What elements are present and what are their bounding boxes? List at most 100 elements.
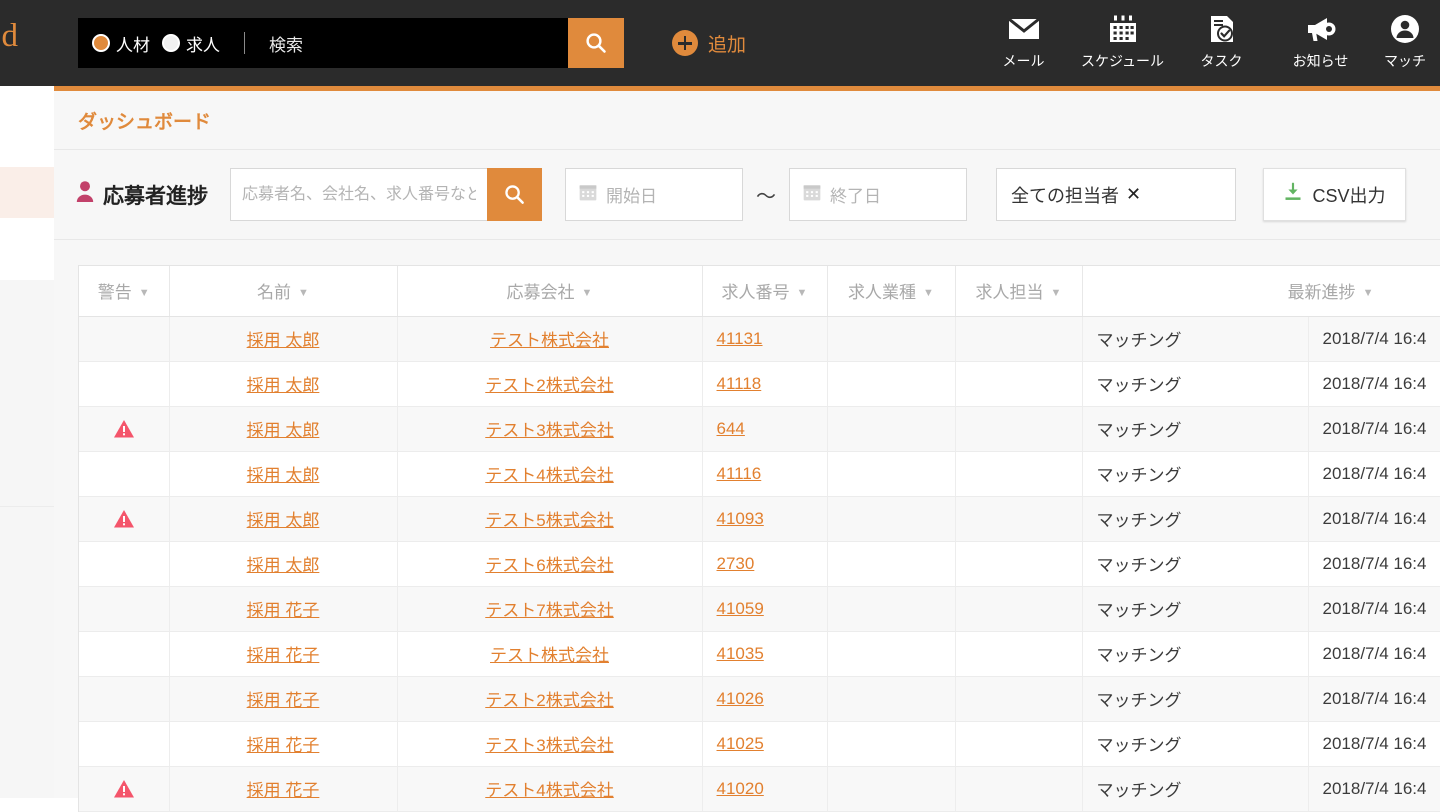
cell-warning <box>79 451 170 497</box>
close-x-icon[interactable]: ✕ <box>1126 184 1141 205</box>
search-type-option-kyujin[interactable]: 求人 <box>162 31 220 56</box>
column-header-name[interactable]: 名前 ▼ <box>169 266 398 317</box>
owner-filter-select[interactable]: 全ての担当者 ✕ <box>996 168 1236 221</box>
applicant-name-link[interactable]: 採用 太郎 <box>247 376 320 395</box>
table-row[interactable]: 採用 花子 テスト株式会社 41035 マッチング 2018/7/4 16:4 <box>79 631 1440 677</box>
nav-item-match-account[interactable]: マッチ <box>1370 12 1440 71</box>
nav-item-notice[interactable]: お知らせ <box>1271 12 1370 71</box>
company-link[interactable]: テスト6株式会社 <box>485 556 613 575</box>
job-number-link[interactable]: 41116 <box>717 464 762 483</box>
table-row[interactable]: 採用 花子 テスト4株式会社 41020 マッチング 2018/7/4 16:4 <box>79 766 1440 812</box>
csv-export-button[interactable]: CSV出力 <box>1263 168 1406 221</box>
cell-progress-date: 2018/7/4 16:4 <box>1308 586 1440 632</box>
column-header-industry[interactable]: 求人業種 ▼ <box>827 266 956 317</box>
job-number-link[interactable]: 41026 <box>717 689 764 708</box>
table-row[interactable]: 採用 太郎 テスト2株式会社 41118 マッチング 2018/7/4 16:4 <box>79 361 1440 407</box>
global-search-input[interactable]: 検索 <box>269 31 303 56</box>
applicant-name-link[interactable]: 採用 太郎 <box>247 511 320 530</box>
column-header-latest-progress[interactable]: 最新進捗 ▼ <box>1082 266 1440 317</box>
cell-progress-date: 2018/7/4 16:4 <box>1308 316 1440 362</box>
company-link[interactable]: テスト3株式会社 <box>485 736 613 755</box>
job-number-link[interactable]: 2730 <box>717 554 755 573</box>
search-type-option-jinzai[interactable]: 人材 <box>92 31 150 56</box>
cell-warning <box>79 586 170 632</box>
applicant-name-link[interactable]: 採用 花子 <box>247 601 320 620</box>
company-link[interactable]: テスト2株式会社 <box>485 691 613 710</box>
global-search-button[interactable] <box>568 18 624 68</box>
company-link[interactable]: テスト4株式会社 <box>485 466 613 485</box>
sort-caret-icon: ▼ <box>1050 287 1062 300</box>
cell-industry <box>827 586 956 632</box>
applicant-name-link[interactable]: 採用 太郎 <box>247 466 320 485</box>
nav-item-mail[interactable]: メール <box>974 12 1073 71</box>
cell-industry <box>827 541 956 587</box>
job-number-link[interactable]: 41025 <box>717 734 764 753</box>
nav-label-notice: お知らせ <box>1292 53 1349 69</box>
job-number-link[interactable]: 41118 <box>717 374 762 393</box>
cell-warning <box>79 541 170 587</box>
nav-item-schedule[interactable]: スケジュール <box>1073 12 1172 71</box>
table-row[interactable]: 採用 太郎 テスト4株式会社 41116 マッチング 2018/7/4 16:4 <box>79 451 1440 497</box>
company-link[interactable]: テスト株式会社 <box>490 331 609 350</box>
table-body: 採用 太郎 テスト株式会社 41131 マッチング 2018/7/4 16:4 採用 太郎… <box>79 316 1440 812</box>
cell-name: 採用 太郎 <box>169 406 398 452</box>
table-row[interactable]: 採用 花子 テスト3株式会社 41025 マッチング 2018/7/4 16:4 <box>79 721 1440 767</box>
nav-label-schedule: スケジュール <box>1080 53 1165 69</box>
add-button[interactable]: 追加 <box>672 30 746 57</box>
table-row[interactable]: 採用 花子 テスト2株式会社 41026 マッチング 2018/7/4 16:4 <box>79 676 1440 722</box>
breadcrumb-dashboard[interactable]: ダッシュボード <box>78 107 211 134</box>
cell-job-number: 41035 <box>702 631 828 677</box>
job-number-link[interactable]: 41035 <box>717 644 764 663</box>
table-row[interactable]: 採用 花子 テスト7株式会社 41059 マッチング 2018/7/4 16:4 <box>79 586 1440 632</box>
applicant-name-link[interactable]: 採用 太郎 <box>247 556 320 575</box>
table-row[interactable]: 採用 太郎 テスト3株式会社 644 マッチング 2018/7/4 16:4 <box>79 406 1440 452</box>
company-link[interactable]: テスト4株式会社 <box>485 781 613 800</box>
keyword-search-button[interactable] <box>487 168 542 221</box>
nav-item-task[interactable]: タスク <box>1172 12 1271 71</box>
job-number-link[interactable]: 41093 <box>717 509 764 528</box>
company-link[interactable]: テスト株式会社 <box>490 646 609 665</box>
column-header-job-number[interactable]: 求人番号 ▼ <box>702 266 828 317</box>
cell-company: テスト5株式会社 <box>397 496 703 542</box>
company-link[interactable]: テスト3株式会社 <box>485 421 613 440</box>
company-link[interactable]: テスト7株式会社 <box>485 601 613 620</box>
applicant-name-link[interactable]: 採用 花子 <box>247 646 320 665</box>
cell-job-owner <box>955 721 1083 767</box>
mail-icon <box>1007 12 1041 46</box>
sort-caret-icon: ▼ <box>581 287 593 300</box>
start-date-field[interactable]: 開始日 <box>565 168 743 221</box>
job-number-link[interactable]: 41059 <box>717 599 764 618</box>
owner-filter-value: 全ての担当者 <box>1011 185 1119 206</box>
cell-job-owner <box>955 586 1083 632</box>
table-row[interactable]: 採用 太郎 テスト6株式会社 2730 マッチング 2018/7/4 16:4 <box>79 541 1440 587</box>
applicant-name-link[interactable]: 採用 花子 <box>247 691 320 710</box>
job-number-link[interactable]: 41020 <box>717 779 764 798</box>
cell-latest-progress: マッチング <box>1082 676 1309 722</box>
applicant-name-link[interactable]: 採用 花子 <box>247 781 320 800</box>
job-number-link[interactable]: 41131 <box>717 329 763 348</box>
applicant-name-link[interactable]: 採用 花子 <box>247 736 320 755</box>
cell-latest-progress: マッチング <box>1082 541 1309 587</box>
sidebar-region-highlighted[interactable] <box>0 167 54 218</box>
column-header-warning[interactable]: 警告 ▼ <box>79 266 170 317</box>
cell-company: テスト2株式会社 <box>397 361 703 407</box>
task-icon <box>1208 12 1236 46</box>
column-header-job-owner[interactable]: 求人担当 ▼ <box>955 266 1083 317</box>
cell-company: テスト株式会社 <box>397 631 703 677</box>
applicant-name-link[interactable]: 採用 太郎 <box>247 421 320 440</box>
keyword-search-input[interactable] <box>230 168 487 221</box>
cell-name: 採用 太郎 <box>169 361 398 407</box>
end-date-field[interactable]: 終了日 <box>789 168 967 221</box>
column-header-company[interactable]: 応募会社 ▼ <box>397 266 703 317</box>
cell-latest-progress: マッチング <box>1082 451 1309 497</box>
company-link[interactable]: テスト2株式会社 <box>485 376 613 395</box>
cell-warning <box>79 676 170 722</box>
search-type-label-kyujin: 求人 <box>186 35 220 55</box>
job-number-link[interactable]: 644 <box>717 419 745 438</box>
table-row[interactable]: 採用 太郎 テスト5株式会社 41093 マッチング 2018/7/4 16:4 <box>79 496 1440 542</box>
applicant-name-link[interactable]: 採用 太郎 <box>247 331 320 350</box>
search-icon <box>505 185 524 204</box>
company-link[interactable]: テスト5株式会社 <box>485 511 613 530</box>
app-logo[interactable]: od <box>0 0 78 86</box>
table-row[interactable]: 採用 太郎 テスト株式会社 41131 マッチング 2018/7/4 16:4 <box>79 316 1440 362</box>
